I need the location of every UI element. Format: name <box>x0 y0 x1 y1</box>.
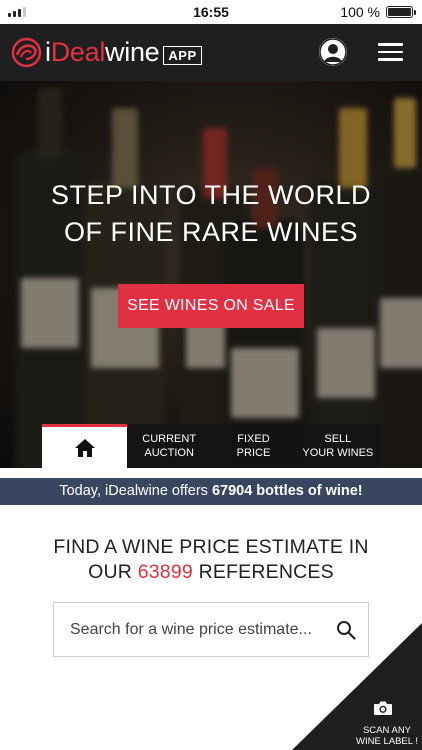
app-header: iDealwine APP <box>0 24 422 81</box>
camera-icon <box>374 701 392 715</box>
main-tabs: CURRENT AUCTION FIXED PRICE SELL YOUR WI… <box>42 424 380 468</box>
scan-wine-label-button[interactable]: SCAN ANY WINE LABEL ! <box>292 623 422 750</box>
offers-banner: Today, iDealwine offers 67904 bottles of… <box>0 478 422 505</box>
offers-count: 67904 bottles of wine! <box>211 483 363 499</box>
status-bar: 16:55 100 % <box>0 0 422 24</box>
tab-fixed-price[interactable]: FIXED PRICE <box>211 424 296 468</box>
account-icon[interactable] <box>319 38 347 66</box>
see-wines-on-sale-button[interactable]: SEE WINES ON SALE <box>118 284 304 328</box>
battery-icon <box>386 6 416 18</box>
app-badge: APP <box>163 45 202 65</box>
hero-title: STEP INTO THE WORLD OF FINE RARE WINES <box>50 180 372 247</box>
logo-icon <box>11 37 42 68</box>
hero-banner: STEP INTO THE WORLD OF FINE RARE WINES S… <box>0 81 422 468</box>
tab-home[interactable] <box>42 424 127 468</box>
scan-label-text: SCAN ANY WINE LABEL ! <box>356 725 418 747</box>
tab-current-auction[interactable]: CURRENT AUCTION <box>127 424 212 468</box>
brand-logo[interactable]: iDealwine APP <box>11 37 202 68</box>
price-estimate-heading: FIND A WINE PRICE ESTIMATE IN OUR 63899 … <box>53 536 369 583</box>
battery-percent: 100 % <box>340 4 380 20</box>
tab-sell-your-wines[interactable]: SELL YOUR WINES <box>295 424 380 468</box>
home-icon <box>74 438 95 457</box>
brand-name: iDealwine <box>45 37 160 67</box>
references-count: 63899 <box>137 561 193 583</box>
hero-overlay <box>0 81 422 468</box>
menu-icon[interactable] <box>378 43 403 61</box>
